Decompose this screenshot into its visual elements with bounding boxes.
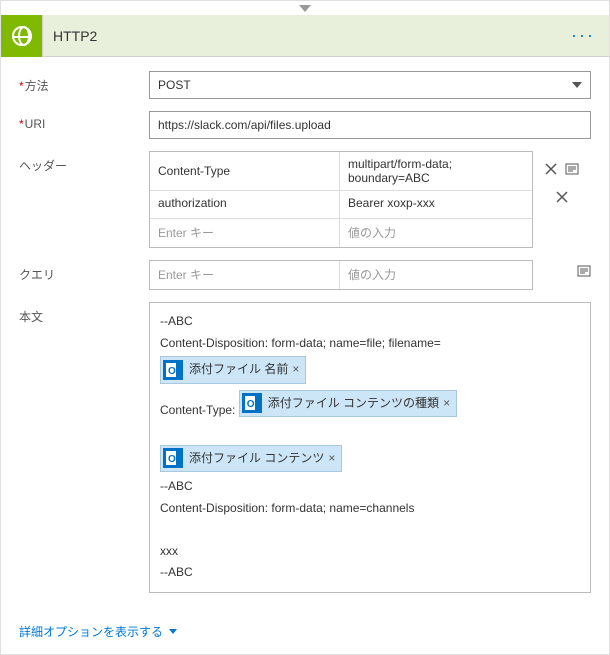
header-value-cell[interactable]: multipart/form-data; boundary=ABC (340, 152, 532, 190)
chevron-down-icon (169, 629, 177, 634)
header-value-cell[interactable]: Bearer xoxp-xxx (340, 191, 532, 218)
card-body: 方法 POST URI https://slack.com/api/files.… (1, 57, 609, 615)
query-table: Enter キー 値の入力 (149, 260, 533, 290)
label-headers: ヘッダー (19, 151, 149, 174)
connector-arrow (1, 1, 609, 15)
http-action-card: HTTP2 ··· 方法 POST URI https://slack.com/… (0, 0, 610, 655)
uri-value: https://slack.com/api/files.upload (158, 118, 331, 132)
query-value-input[interactable]: 値の入力 (340, 261, 532, 289)
dynamic-token-attachment-content-type[interactable]: 添付ファイル コンテンツの種類 × (239, 390, 457, 418)
chevron-down-icon (572, 82, 582, 88)
more-button[interactable]: ··· (557, 25, 609, 46)
header-key-cell[interactable]: Content-Type (150, 152, 340, 190)
card-title: HTTP2 (43, 28, 557, 44)
body-text: xxx (160, 541, 580, 563)
switch-to-text-mode-button[interactable] (577, 264, 591, 278)
body-text: --ABC (160, 311, 580, 333)
card-header: HTTP2 ··· (1, 15, 609, 57)
body-text: --ABC (160, 562, 580, 584)
label-method: 方法 (19, 71, 149, 94)
outlook-icon (163, 448, 183, 468)
label-body: 本文 (19, 302, 149, 325)
body-text: Content-Type: (160, 402, 235, 416)
remove-token-button[interactable]: × (328, 448, 335, 470)
uri-input[interactable]: https://slack.com/api/files.upload (149, 111, 591, 139)
header-key-input[interactable]: Enter キー (150, 219, 340, 247)
switch-to-text-mode-button[interactable] (565, 162, 579, 176)
http-icon (1, 15, 43, 57)
remove-header-row-button[interactable] (556, 191, 568, 203)
headers-table: Content-Type multipart/form-data; bounda… (149, 151, 533, 248)
body-text: Content-Disposition: form-data; name=cha… (160, 498, 580, 520)
remove-header-row-button[interactable] (545, 163, 557, 175)
dynamic-token-attachment-name[interactable]: 添付ファイル 名前 × (160, 356, 306, 384)
outlook-icon (242, 393, 262, 413)
body-text: --ABC (160, 476, 580, 498)
body-input[interactable]: --ABC Content-Disposition: form-data; na… (149, 302, 591, 593)
show-advanced-options-link[interactable]: 詳細オプションを表示する (1, 615, 609, 654)
remove-token-button[interactable]: × (443, 393, 450, 415)
dynamic-token-attachment-content[interactable]: 添付ファイル コンテンツ × (160, 445, 342, 473)
query-key-input[interactable]: Enter キー (150, 261, 340, 289)
outlook-icon (163, 360, 183, 380)
header-value-input[interactable]: 値の入力 (340, 219, 532, 247)
method-select[interactable]: POST (149, 71, 591, 99)
body-text: Content-Disposition: form-data; name=fil… (160, 333, 580, 355)
method-value: POST (158, 78, 191, 92)
label-query: クエリ (19, 260, 149, 283)
remove-token-button[interactable]: × (292, 359, 299, 381)
label-uri: URI (19, 111, 149, 131)
header-key-cell[interactable]: authorization (150, 191, 340, 218)
